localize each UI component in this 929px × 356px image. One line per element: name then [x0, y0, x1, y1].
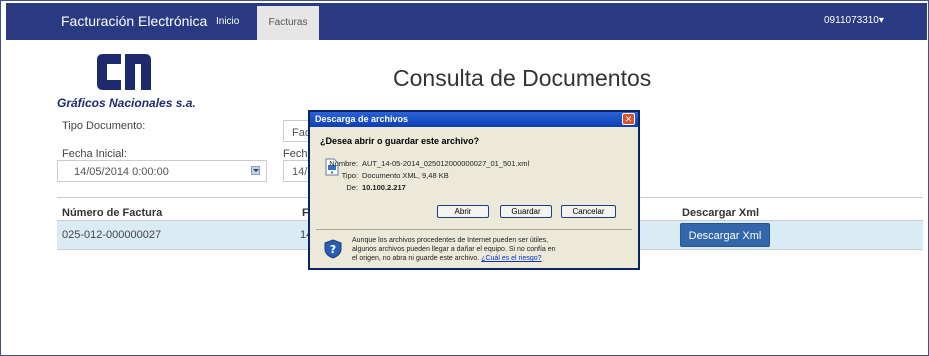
navbar: Facturación Electrónica Inicio Facturas … [6, 3, 927, 40]
field-value-tipo: Documento XML, 9,48 KB [362, 171, 449, 180]
fecha-inicial-label: Fecha Inicial: [62, 148, 127, 160]
dialog-title: Descarga de archivos [315, 114, 409, 124]
dialog-titlebar[interactable]: Descarga de archivos ✕ [310, 112, 638, 127]
nav-item-inicio[interactable]: Inicio [216, 16, 239, 27]
field-key-tipo: Tipo: [341, 171, 358, 180]
fecha-final-field[interactable]: 14/ [283, 160, 311, 182]
warning-line: Aunque los archivos procedentes de Inter… [352, 237, 549, 244]
descargar-xml-button[interactable]: Descargar Xml [680, 223, 770, 247]
page-title: Consulta de Documentos [393, 65, 652, 91]
tipo-documento-label: Tipo Documento: [62, 120, 146, 132]
guardar-button[interactable]: Guardar [500, 205, 552, 218]
tipo-documento-select[interactable]: Fac [283, 120, 311, 142]
column-header-descargar-xml: Descargar Xml [682, 207, 760, 219]
field-value-nombre: AUT_14-05-2014_025012000000027_01_501.xm… [362, 159, 530, 168]
fecha-inicial-value: 14/05/2014 0:00:00 [74, 166, 169, 178]
navbar-brand[interactable]: Facturación Electrónica [61, 13, 207, 29]
abrir-button[interactable]: Abrir [437, 205, 489, 218]
cancelar-button[interactable]: Cancelar [561, 205, 616, 218]
nav-item-facturas[interactable]: Facturas [257, 6, 319, 40]
warning-line-text: el origen, no abra ni guarde este archiv… [352, 255, 480, 262]
dialog-divider [316, 229, 632, 230]
security-warning: Aunque los archivos procedentes de Inter… [352, 236, 622, 263]
company-logo [97, 54, 151, 90]
warning-line: algunos archivos pueden llegar a dañar e… [352, 246, 556, 253]
chevron-down-icon[interactable] [251, 166, 260, 175]
close-icon[interactable]: ✕ [622, 113, 635, 125]
risk-link[interactable]: ¿Cuál es el riesgo? [481, 255, 541, 262]
warning-line: el origen, no abra ni guarde este archiv… [352, 254, 622, 263]
fecha-inicial-field[interactable]: 14/05/2014 0:00:00 [57, 160, 267, 182]
field-key-nombre: Nombre: [329, 159, 358, 168]
field-key-de: De: [346, 183, 358, 192]
company-logo-text: Gráficos Nacionales s.a. [57, 96, 196, 110]
field-value-de: 10.100.2.217 [362, 183, 406, 192]
cell-numero-factura: 025-012-000000027 [62, 229, 162, 241]
user-menu[interactable]: 0911073310▾ [824, 15, 884, 26]
download-dialog: Descarga de archivos ✕ ¿Desea abrir o gu… [308, 110, 640, 270]
dialog-question: ¿Desea abrir o guardar este archivo? [320, 136, 480, 146]
shield-icon: ? [324, 239, 342, 259]
svg-text:?: ? [330, 243, 336, 256]
column-header-numero: Número de Factura [62, 207, 163, 219]
